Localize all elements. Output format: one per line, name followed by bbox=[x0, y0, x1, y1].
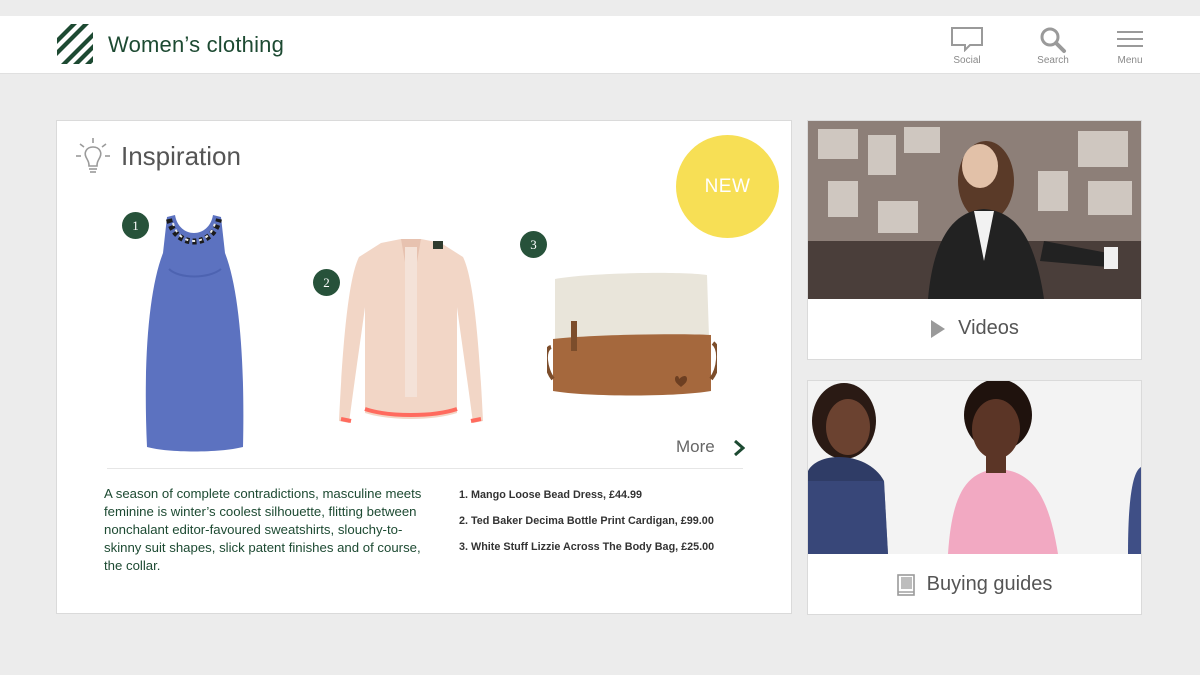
search-icon bbox=[1040, 27, 1066, 53]
menu-button[interactable]: Menu bbox=[1102, 26, 1158, 72]
product-list-item[interactable]: 3. White Stuff Lizzie Across The Body Ba… bbox=[459, 541, 714, 553]
search-button[interactable]: Search bbox=[1025, 26, 1081, 72]
product-list-item[interactable]: 2. Ted Baker Decima Bottle Print Cardiga… bbox=[459, 515, 714, 527]
buying-guides-label-row: Buying guides bbox=[808, 573, 1141, 596]
models-photo-image bbox=[808, 381, 1141, 554]
divider bbox=[107, 468, 743, 469]
hamburger-menu-icon bbox=[1117, 31, 1143, 47]
social-label: Social bbox=[953, 55, 981, 66]
bag-image[interactable] bbox=[547, 269, 717, 403]
inspiration-title: Inspiration bbox=[121, 141, 241, 171]
more-link[interactable]: More bbox=[676, 437, 745, 457]
product-number-3: 3 bbox=[520, 231, 547, 258]
search-label: Search bbox=[1037, 55, 1069, 66]
new-badge: NEW bbox=[676, 135, 779, 238]
videos-label-row: Videos bbox=[808, 317, 1141, 340]
menu-label: Menu bbox=[1117, 55, 1143, 66]
top-bar: Women’s clothing Social Search Menu bbox=[0, 16, 1200, 74]
videos-card[interactable]: Videos bbox=[807, 120, 1142, 360]
book-icon bbox=[896, 573, 915, 596]
speech-bubble-icon bbox=[951, 27, 983, 52]
cardigan-image[interactable] bbox=[333, 237, 489, 429]
lightbulb-icon bbox=[76, 138, 110, 173]
inspiration-description: A season of complete contradictions, mas… bbox=[104, 486, 422, 573]
buying-guides-label: Buying guides bbox=[926, 573, 1053, 596]
more-label: More bbox=[676, 437, 715, 456]
inspiration-card: Inspiration NEW 1 2 3 More A season of c… bbox=[56, 120, 792, 614]
chevron-right-icon bbox=[734, 440, 745, 456]
brand-logo-icon[interactable] bbox=[57, 24, 93, 64]
videos-label: Videos bbox=[958, 317, 1019, 340]
video-thumbnail-image bbox=[808, 121, 1141, 299]
product-list-item[interactable]: 1. Mango Loose Bead Dress, £44.99 bbox=[459, 489, 714, 501]
play-icon bbox=[931, 319, 946, 338]
page-title: Women’s clothing bbox=[108, 32, 285, 57]
social-button[interactable]: Social bbox=[939, 26, 995, 72]
buying-guides-card[interactable]: Buying guides bbox=[807, 380, 1142, 615]
blue-dress-image[interactable] bbox=[139, 209, 249, 454]
product-list: 1. Mango Loose Bead Dress, £44.99 2. Ted… bbox=[459, 489, 714, 567]
